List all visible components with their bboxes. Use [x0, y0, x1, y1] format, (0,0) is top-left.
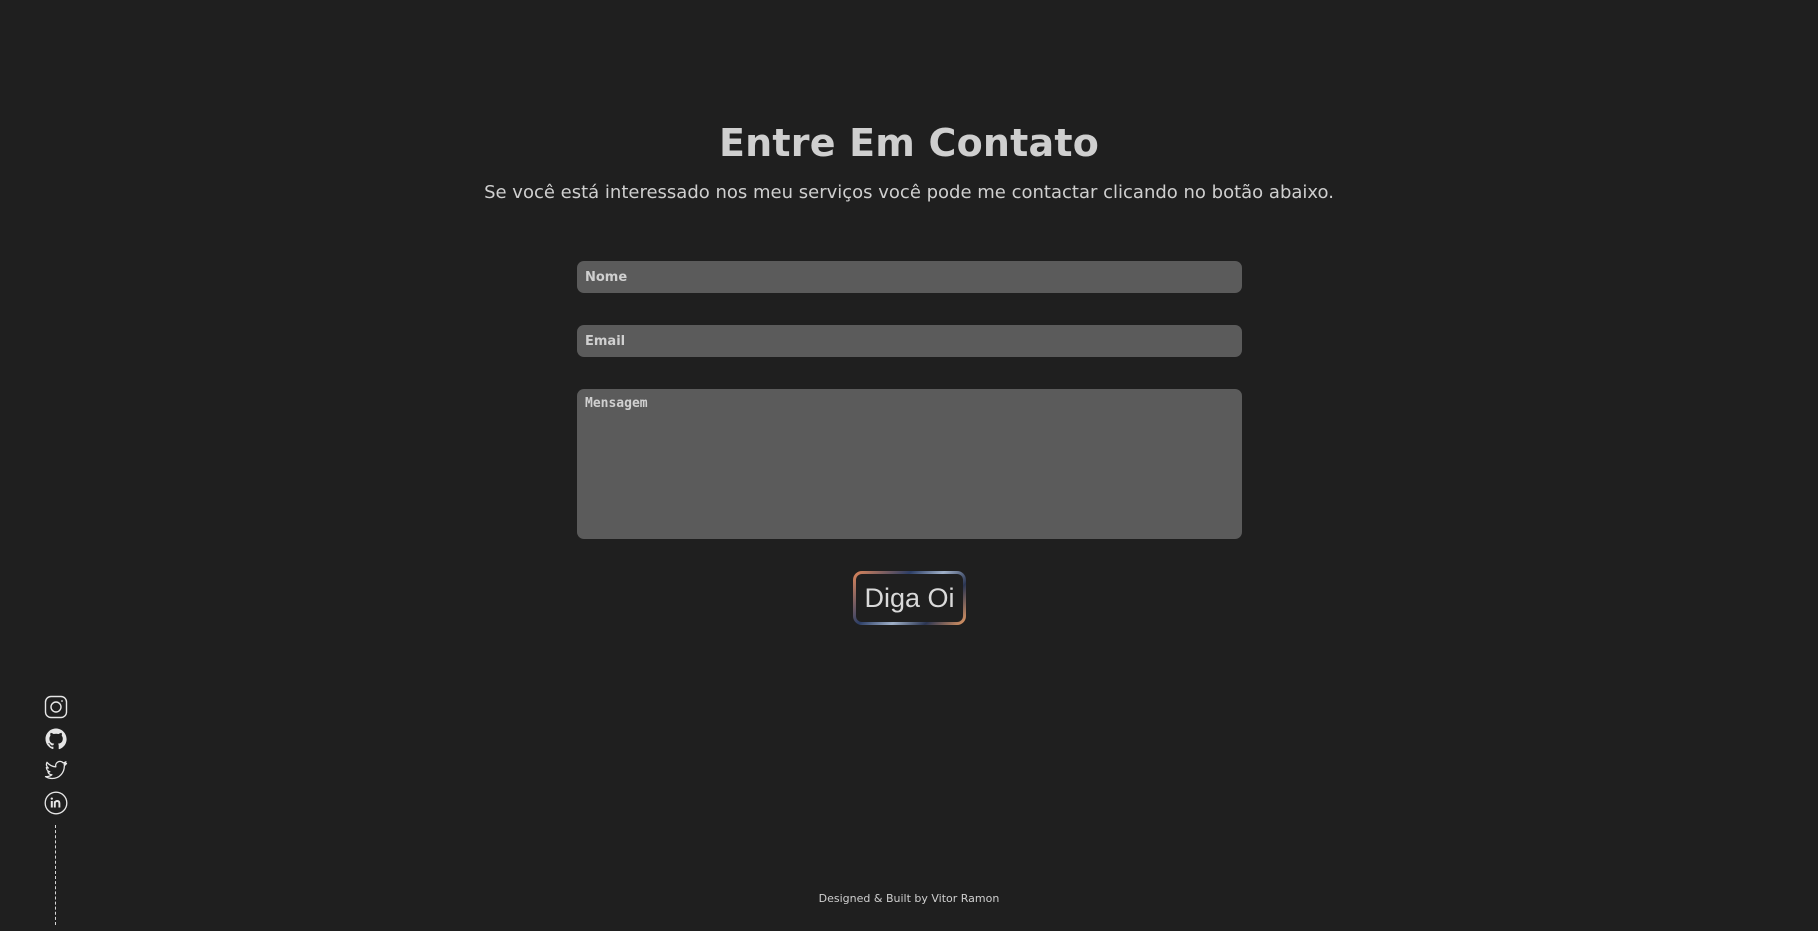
footer-credit: Designed & Built by Vitor Ramon — [818, 892, 1000, 905]
name-field[interactable] — [577, 261, 1242, 293]
instagram-link[interactable] — [44, 695, 68, 719]
page-title: Entre Em Contato — [718, 121, 1100, 165]
linkedin-link[interactable] — [44, 791, 68, 815]
twitter-icon — [44, 760, 68, 780]
email-field[interactable] — [577, 325, 1242, 357]
contact-page: Entre Em Contato Se você está interessad… — [0, 0, 1818, 931]
send-button[interactable]: Diga Oi — [853, 571, 966, 625]
social-divider-line — [55, 825, 56, 925]
github-icon — [45, 728, 67, 750]
message-field[interactable] — [577, 389, 1242, 539]
twitter-link[interactable] — [44, 759, 68, 783]
github-link[interactable] — [44, 727, 68, 751]
linkedin-icon — [44, 791, 68, 815]
social-links — [44, 695, 68, 823]
instagram-icon — [44, 695, 68, 719]
page-subtitle: Se você está interessado nos meu serviço… — [484, 182, 1334, 203]
